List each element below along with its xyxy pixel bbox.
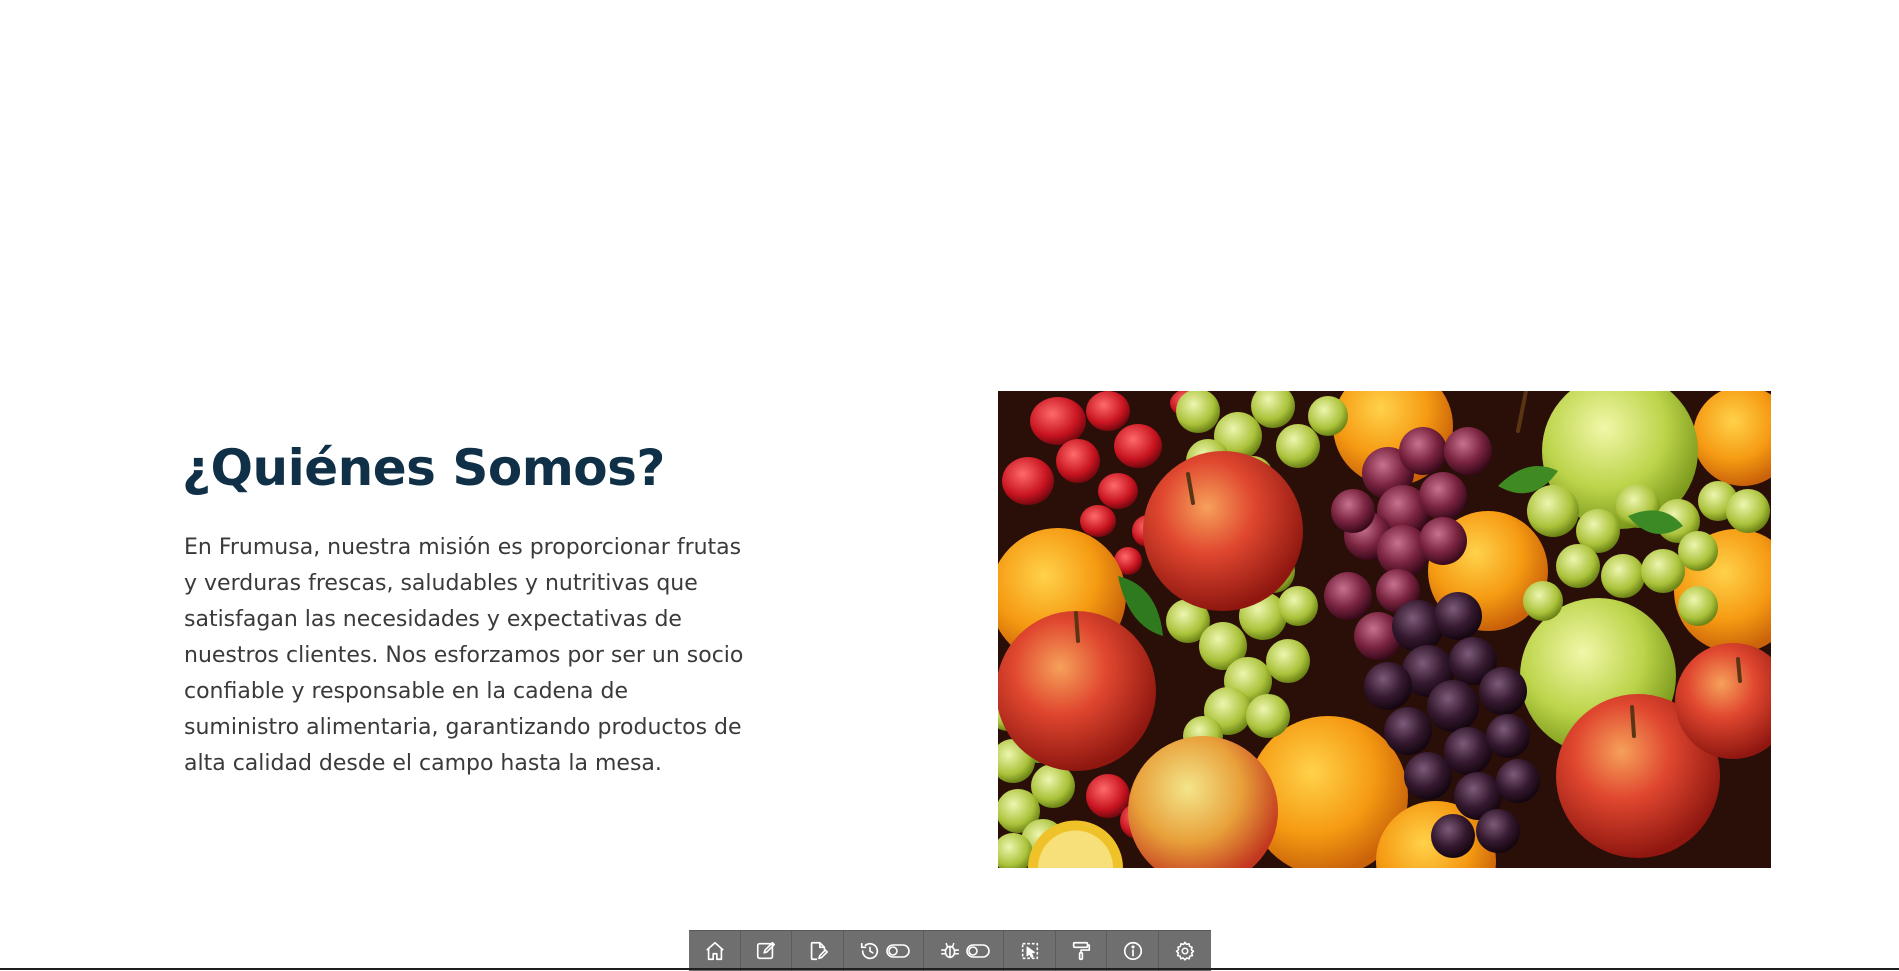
info-icon bbox=[1120, 938, 1146, 964]
settings-button[interactable] bbox=[1159, 931, 1211, 971]
edit-page-button[interactable] bbox=[792, 931, 844, 971]
toggle-icon[interactable] bbox=[965, 938, 991, 964]
section-description: En Frumusa, nuestra misión es proporcion… bbox=[184, 535, 744, 776]
edit-page-icon bbox=[805, 938, 831, 964]
bottom-toolbar bbox=[689, 930, 1211, 971]
history-icon bbox=[857, 938, 883, 964]
home-icon bbox=[702, 938, 728, 964]
toggle-icon[interactable] bbox=[885, 938, 911, 964]
edit-icon bbox=[753, 938, 779, 964]
home-button[interactable] bbox=[689, 931, 741, 971]
info-button[interactable] bbox=[1107, 931, 1159, 971]
paint-roller-icon bbox=[1068, 938, 1094, 964]
select-element-button[interactable] bbox=[1004, 931, 1056, 971]
settings-icon bbox=[1172, 938, 1198, 964]
fruits-image bbox=[998, 391, 1771, 868]
style-button[interactable] bbox=[1056, 931, 1107, 971]
debug-button[interactable] bbox=[924, 931, 1004, 971]
edit-button[interactable] bbox=[741, 931, 792, 971]
select-element-icon bbox=[1017, 938, 1043, 964]
history-button[interactable] bbox=[844, 931, 924, 971]
section-title: ¿Quiénes Somos? bbox=[182, 439, 665, 497]
bug-icon bbox=[937, 938, 963, 964]
about-section: ¿Quiénes Somos? En Frumusa, nuestra misi… bbox=[0, 0, 1899, 970]
